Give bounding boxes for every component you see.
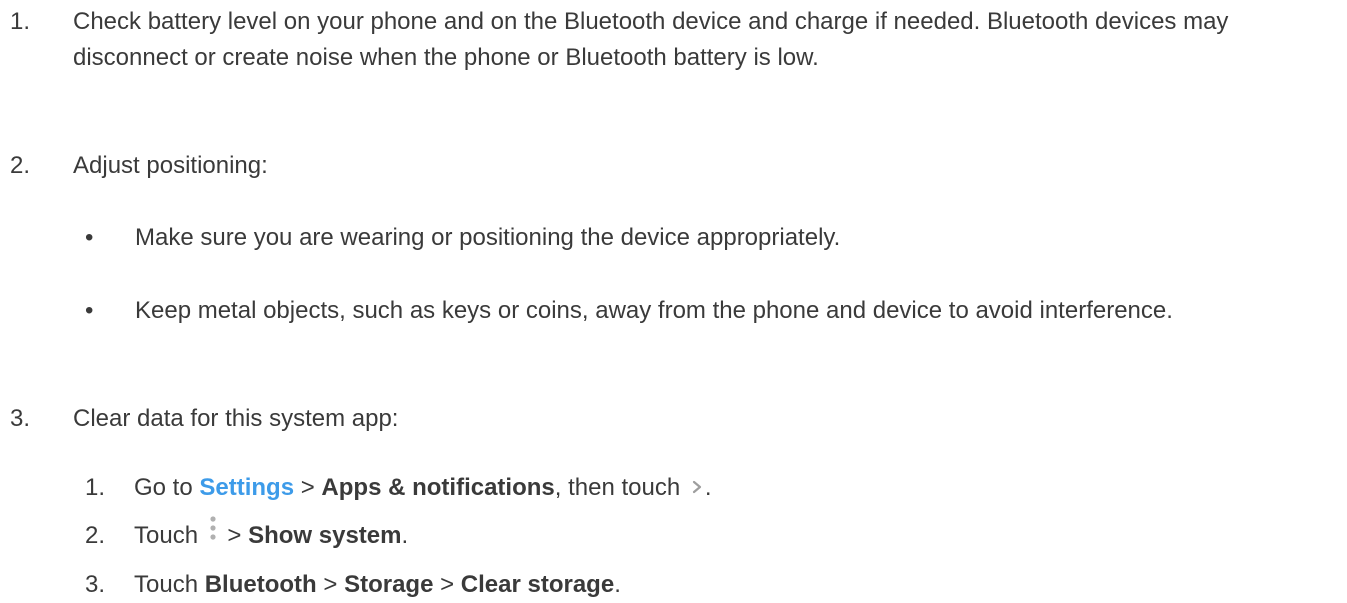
- substep-text: Touch > Show system.: [134, 515, 1334, 555]
- step-text: Adjust positioning:: [73, 152, 268, 179]
- bullet-text: Make sure you are wearing or positioning…: [135, 224, 841, 251]
- clear-storage-label: Clear storage: [460, 571, 615, 598]
- bullet-mark: •: [85, 297, 94, 324]
- substep-number: 3.: [85, 571, 106, 598]
- settings-link[interactable]: Settings: [199, 474, 294, 501]
- step-number: 1.: [10, 8, 31, 35]
- storage-label: Storage: [344, 571, 434, 598]
- substep-number: 2.: [85, 522, 106, 549]
- more-vert-icon: [209, 515, 217, 552]
- step-text: Check battery level on your phone and on…: [73, 8, 1229, 71]
- bullet-text: Keep metal objects, such as keys or coin…: [135, 297, 1173, 324]
- step-number: 3.: [10, 405, 31, 432]
- substep-text: Touch Bluetooth > Storage > Clear storag…: [134, 571, 621, 598]
- show-system-label: Show system: [248, 522, 402, 549]
- bluetooth-label: Bluetooth: [204, 571, 317, 598]
- substep-number: 1.: [85, 474, 106, 501]
- substep-text: Go to Settings > Apps & notifications, t…: [134, 470, 1334, 507]
- step-text: Clear data for this system app:: [73, 405, 399, 432]
- apps-notifications-label: Apps & notifications: [321, 474, 555, 501]
- chevron-right-icon: [691, 469, 703, 505]
- bullet-mark: •: [85, 224, 94, 251]
- step-number: 2.: [10, 152, 31, 179]
